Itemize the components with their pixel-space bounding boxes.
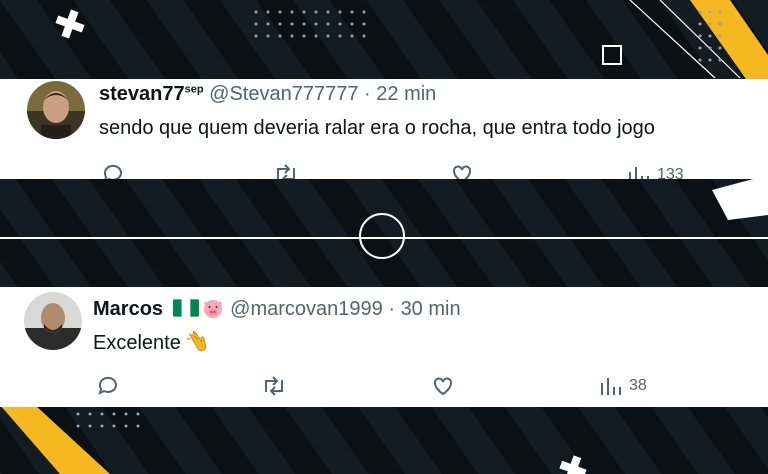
nigeria-flag-icon: [172, 299, 199, 317]
reply-button[interactable]: [96, 374, 120, 398]
tweet-card[interactable]: stevan77sep @Stevan777777 · 22 min sendo…: [0, 79, 768, 179]
retweet-button[interactable]: [273, 162, 299, 179]
retweet-button[interactable]: [261, 374, 287, 398]
separator-dot: ·: [364, 83, 371, 105]
center-circle: [359, 213, 405, 259]
user-handle[interactable]: @marcovan1999: [230, 298, 383, 320]
heart-icon: [434, 377, 452, 396]
views-icon: [601, 378, 621, 395]
user-handle[interactable]: @Stevan777777: [209, 83, 358, 105]
views-count: 133: [657, 166, 684, 179]
tweet-time[interactable]: 22 min: [376, 83, 436, 105]
views-button[interactable]: 133: [627, 164, 684, 179]
like-button[interactable]: [450, 162, 474, 179]
retweet-icon: [265, 376, 283, 396]
reply-icon: [98, 376, 117, 395]
tweet-time[interactable]: 30 min: [401, 298, 461, 320]
display-name-suffix: sep: [184, 83, 204, 96]
tweet-card[interactable]: Marcos @marcovan1999 · 30 min Excelente …: [0, 287, 768, 407]
avatar[interactable]: [24, 292, 82, 350]
tweet-text-content: Excelente: [93, 332, 181, 354]
reply-icon: [103, 164, 122, 179]
pig-face-icon: [201, 297, 225, 325]
avatar[interactable]: [27, 81, 85, 139]
tweet-header: stevan77sep @Stevan777777 · 22 min: [99, 83, 436, 106]
reply-button[interactable]: [101, 162, 125, 179]
display-name[interactable]: Marcos: [93, 298, 163, 320]
views-count: 38: [629, 377, 647, 394]
display-name[interactable]: stevan77: [99, 83, 185, 105]
views-button[interactable]: 38: [599, 375, 647, 397]
views-icon: [629, 167, 649, 179]
tweet-text: sendo que quem deveria ralar era o rocha…: [99, 117, 655, 139]
tweet-text: Excelente: [93, 329, 211, 361]
like-button[interactable]: [431, 374, 455, 398]
separator-dot: ·: [388, 298, 395, 320]
tweet-header: Marcos @marcovan1999 · 30 min: [93, 297, 461, 325]
square-outline-shape: [602, 45, 622, 65]
retweet-icon: [277, 164, 295, 179]
heart-icon: [453, 165, 471, 179]
clapping-hands-icon: [185, 329, 211, 361]
